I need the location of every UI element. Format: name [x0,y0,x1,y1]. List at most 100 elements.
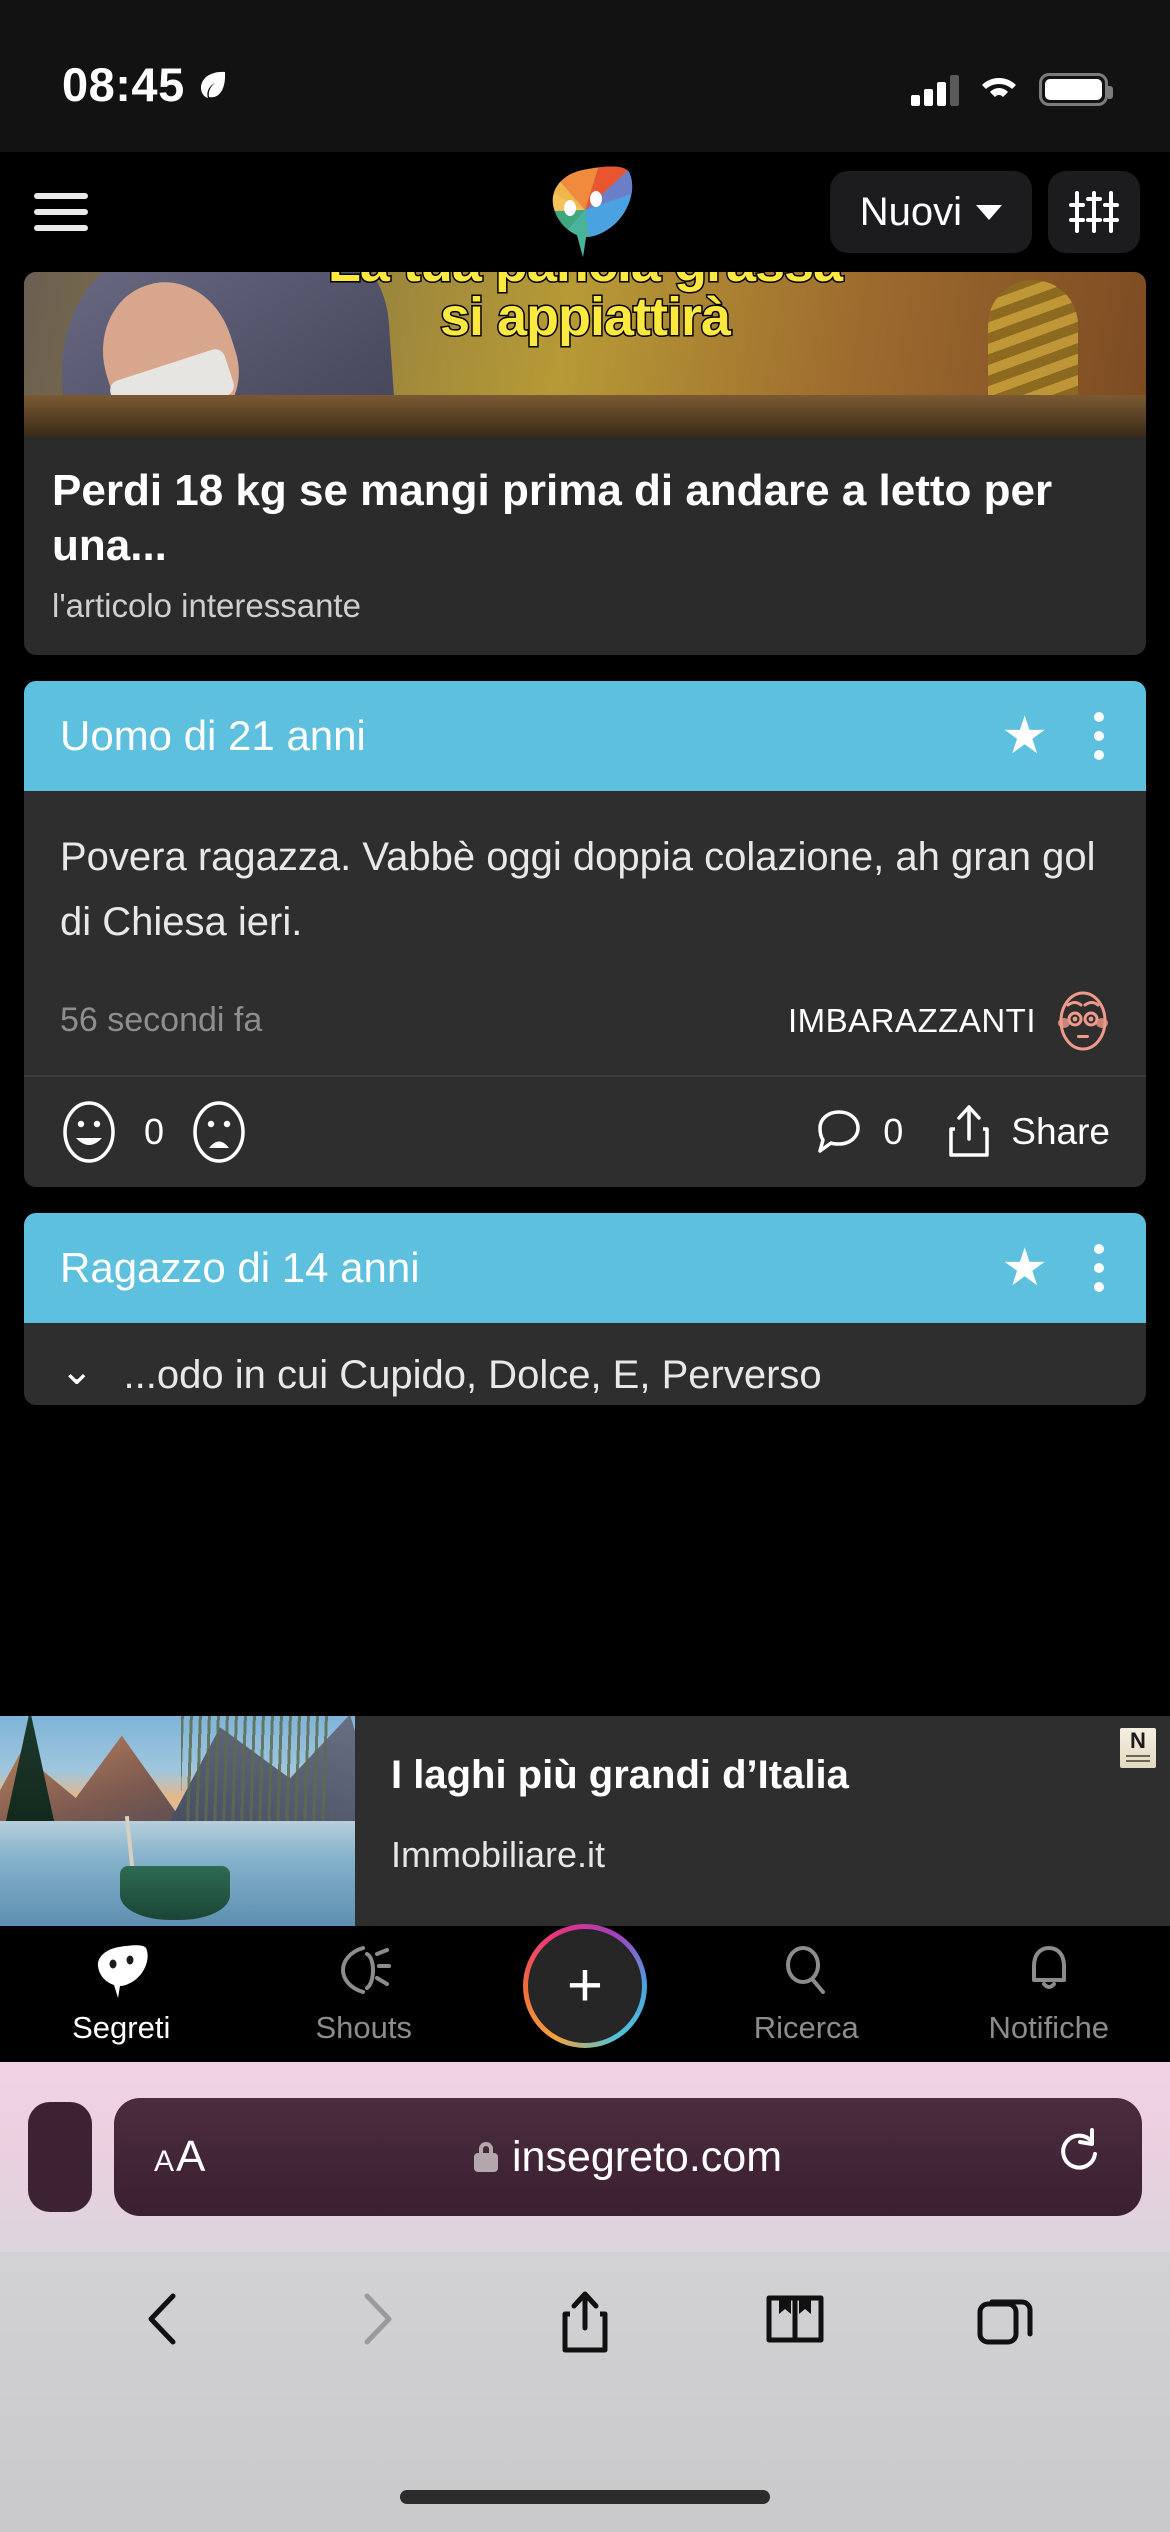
app-tab-bar: Segreti Shouts + Ricerca Notifiche [0,1924,1170,2062]
adchoices-badge-icon[interactable]: N [1120,1728,1156,1768]
cellular-signal-icon [911,74,959,106]
address-field[interactable]: A A insegreto.com [114,2098,1142,2216]
sponsored-ad-body: Perdi 18 kg se mangi prima di andare a l… [24,437,1146,655]
post-category-label: IMBARAZZANTI [787,1001,1036,1039]
battery-icon [1039,73,1113,106]
sliders-filter-icon[interactable] [1048,171,1140,253]
tab-ricerca[interactable]: Ricerca [685,1942,928,2046]
post-category-group: IMBARAZZANTI [788,991,1110,1051]
mask-icon [98,1945,148,1998]
status-bar: 08:45 [0,0,1170,152]
status-bar-left: 08:45 [62,61,229,108]
chevron-down-icon [976,204,1002,220]
header-actions: Nuovi [829,171,1140,253]
post-text: Povera ragazza. Vabbè oggi doppia colazi… [60,835,1096,944]
bookmarks-button[interactable] [690,2288,900,2350]
home-indicator [400,2490,770,2504]
post-reactions: 0 [60,1100,248,1164]
status-bar-right [911,71,1113,108]
previous-tab-peek[interactable] [28,2102,92,2212]
forward-chevron-icon [364,2293,392,2345]
plus-icon: + [566,1951,604,2020]
ad-image-overlay-text: La tua pancia grassa si appiattirà [24,272,1146,347]
compose-slot: + [485,1924,685,2056]
post-header: Ragazzo di 14 anni ★ [24,1212,1146,1323]
banner-ad-title: I laghi più grandi d’Italia [391,1753,849,1797]
sort-dropdown-button[interactable]: Nuovi [829,171,1032,253]
book-bookmarks-icon [766,2295,824,2343]
compose-button[interactable]: + [523,1924,647,2048]
tabs-button[interactable] [900,2288,1110,2350]
star-icon[interactable]: ★ [1001,1242,1048,1294]
sponsored-ad-source: l'articolo interessante [52,587,361,624]
lock-icon [473,2142,498,2172]
comment-button[interactable]: 0 [813,1104,903,1160]
banner-ad-text: I laghi più grandi d’Italia Immobiliare.… [355,1716,1170,1926]
comment-count: 0 [883,1110,904,1152]
share-icon [562,2291,608,2353]
tab-label: Ricerca [753,2010,859,2045]
browser-toolbar [0,2252,1170,2532]
tabs-icon [977,2299,1033,2345]
post-card[interactable]: Ragazzo di 14 anni ★ ⌄ ...odo in cui Cup… [24,1212,1146,1405]
banner-ad-source: Immobiliare.it [391,1834,606,1875]
browser-url-bar: A A insegreto.com [0,2062,1170,2252]
share-icon [949,1104,990,1157]
tab-notifiche[interactable]: Notifiche [928,1942,1170,2046]
banner-ad-image [0,1716,355,1926]
share-button[interactable]: Share [945,1103,1110,1161]
sponsored-ad-image: La tua pancia grassa si appiattirà [24,272,1146,437]
share-label: Share [1011,1110,1110,1152]
tab-label: Notifiche [988,2010,1110,2045]
app-header: Nuovi [0,152,1170,272]
post-meta: 56 secondi fa IMBARAZZANTI [24,964,1146,1075]
forward-button[interactable] [270,2288,480,2350]
share-button[interactable] [480,2288,690,2356]
hamburger-menu-icon[interactable] [30,186,92,238]
wifi-icon [978,71,1020,108]
tab-label: Shouts [315,2010,412,2045]
shouts-icon [340,1946,391,1994]
insegreto-mask-logo[interactable] [533,162,637,263]
address-field-center: insegreto.com [114,2133,1142,2182]
tab-segreti[interactable]: Segreti [0,1942,243,2046]
like-count: 0 [144,1110,165,1152]
post-timestamp: 56 secondi fa [60,1001,263,1040]
url-text: insegreto.com [511,2132,783,2181]
back-chevron-icon [148,2293,176,2345]
tab-shouts[interactable]: Shouts [243,1942,486,2046]
comment-bubble-icon [818,1109,860,1153]
post-header-actions: ★ [1001,706,1110,766]
status-bar-clock: 08:45 [62,58,185,111]
post-engagement: 0 Share [813,1103,1110,1161]
post-body: ⌄ ...odo in cui Cupido, Dolce, E, Perver… [24,1322,1146,1405]
post-body: Povera ragazza. Vabbè oggi doppia colazi… [24,791,1146,965]
back-button[interactable] [60,2288,270,2350]
post-card[interactable]: Uomo di 21 anni ★ Povera ragazza. Vabbè … [24,681,1146,1187]
adchoices-letter: N [1130,1728,1146,1753]
frowning-face-icon [193,1100,245,1163]
chevron-down-icon[interactable]: ⌄ [60,1351,94,1391]
post-text: ...odo in cui Cupido, Dolce, E, Perverso [123,1352,822,1397]
sponsored-ad-title: Perdi 18 kg se mangi prima di andare a l… [52,466,1053,570]
post-header-actions: ★ [1001,1238,1110,1298]
like-button[interactable] [60,1100,118,1164]
post-author: Uomo di 21 anni [60,712,366,759]
leaf-location-icon [195,68,229,102]
more-options-icon[interactable] [1088,706,1110,766]
bottom-banner-ad[interactable]: I laghi più grandi d’Italia Immobiliare.… [0,1716,1170,1926]
tab-label: Segreti [72,2010,171,2045]
bell-icon [1031,1946,1066,1989]
post-action-bar: 0 0 Share [24,1074,1146,1187]
dislike-button[interactable] [190,1100,248,1164]
embarrassed-face-emoji [1056,991,1110,1051]
sponsored-ad-card[interactable]: La tua pancia grassa si appiattirà Perdi… [24,272,1146,655]
sort-dropdown-label: Nuovi [859,189,962,234]
star-icon[interactable]: ★ [1001,710,1048,762]
search-icon [786,1946,826,1994]
post-header: Uomo di 21 anni ★ [24,681,1146,791]
more-options-icon[interactable] [1088,1238,1110,1298]
smiling-face-icon [63,1100,115,1163]
post-author: Ragazzo di 14 anni [60,1243,420,1291]
ad-overlay-line-2: si appiattirà [438,287,732,347]
